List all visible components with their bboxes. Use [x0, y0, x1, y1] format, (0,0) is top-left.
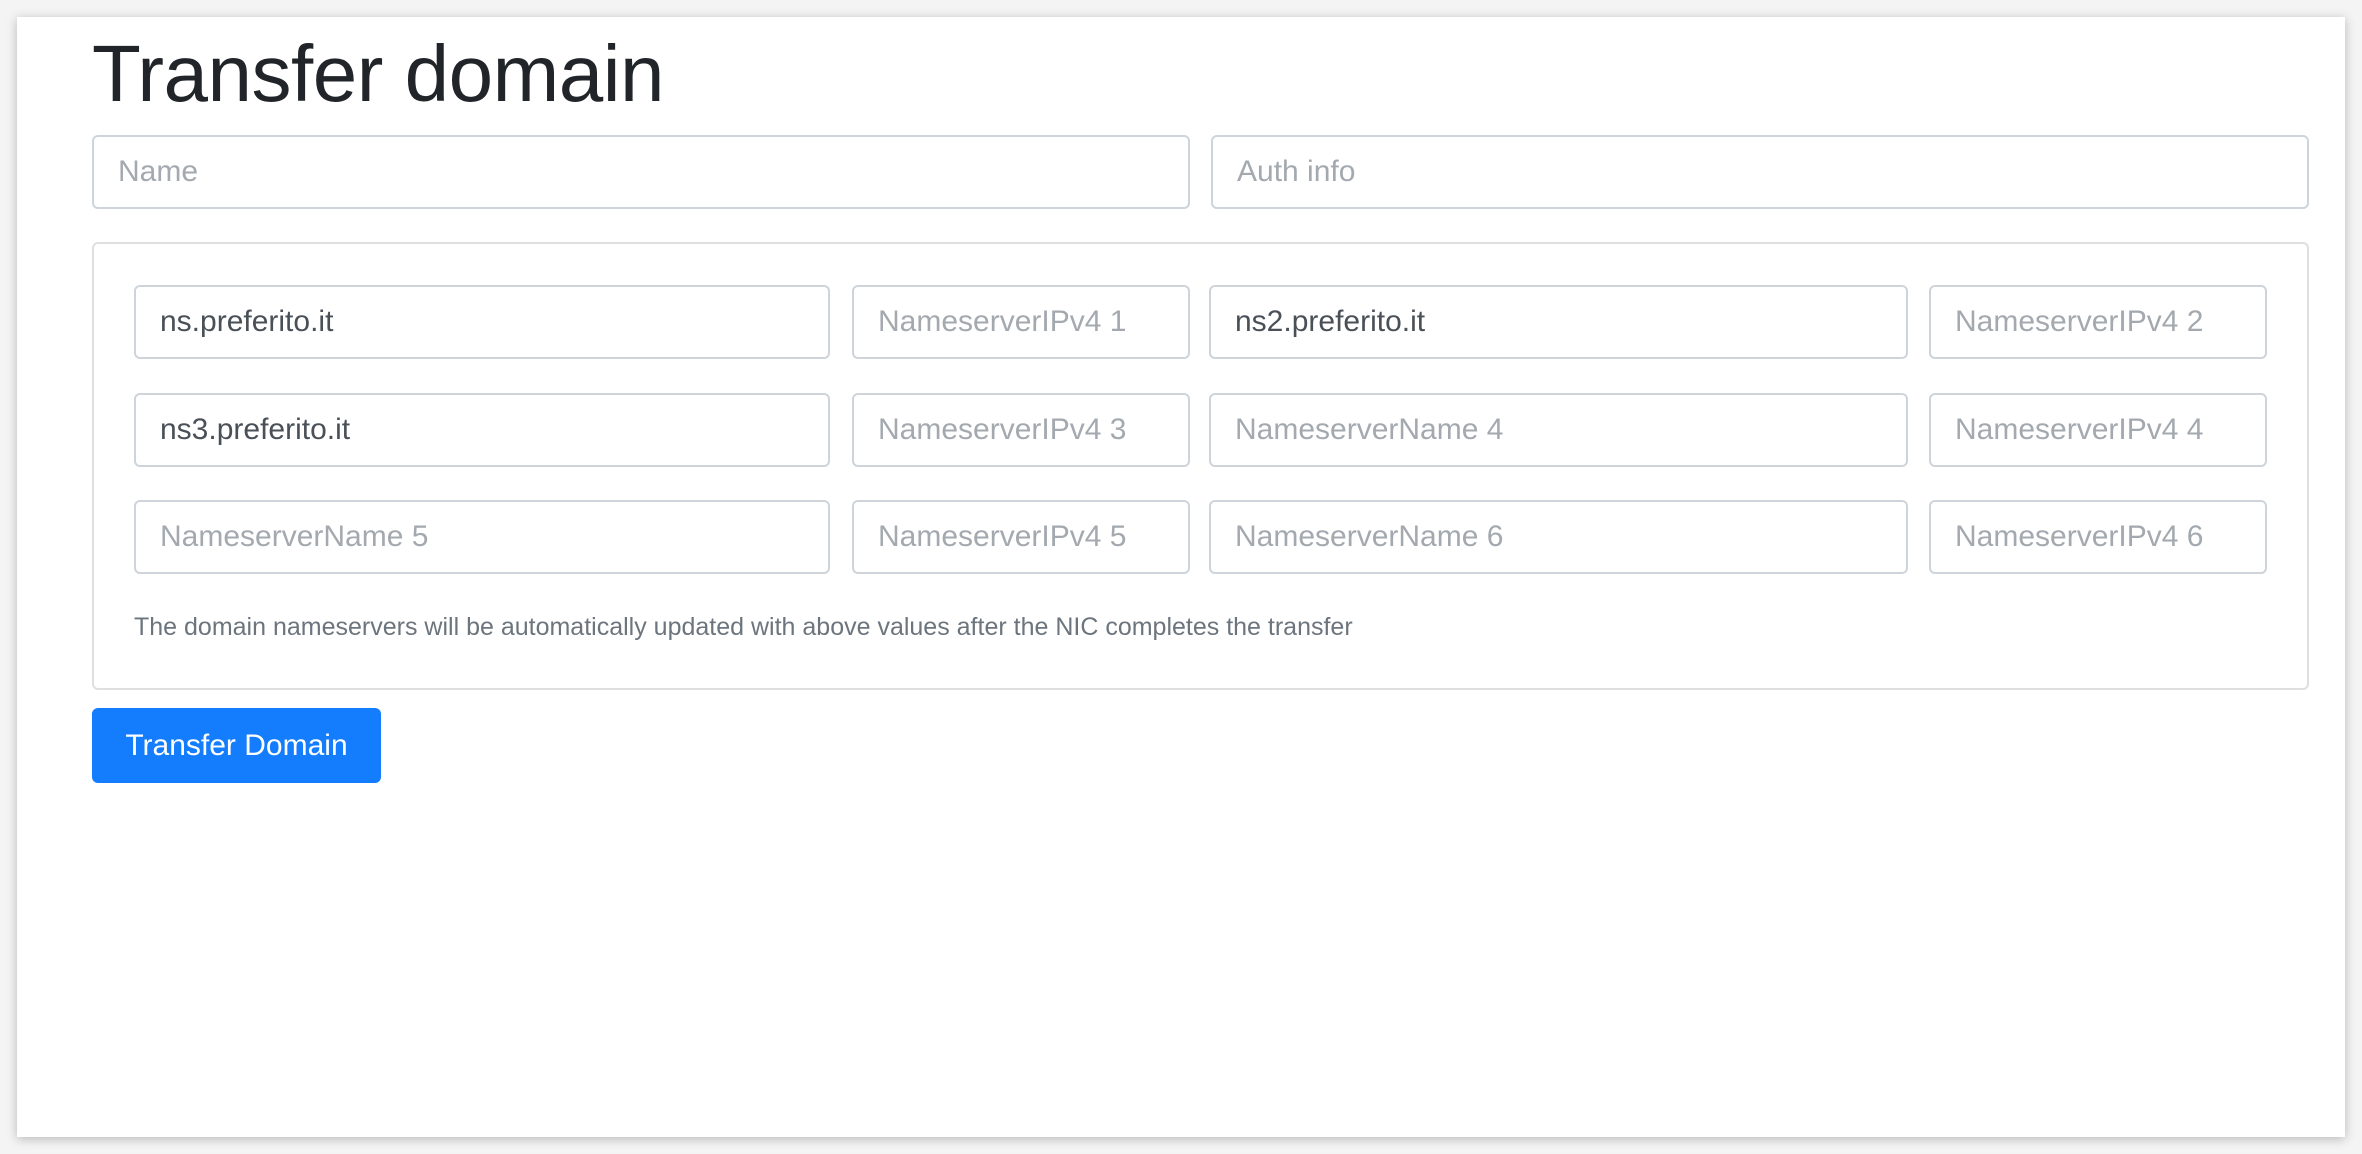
nameserver-ipv4-input-2[interactable] [1929, 285, 2267, 359]
nameserver-ipv4-input-1[interactable] [852, 285, 1190, 359]
nameserver-name-input-3[interactable] [134, 393, 830, 467]
nameserver-name-input-4[interactable] [1209, 393, 1908, 467]
name-input[interactable] [92, 135, 1190, 209]
nameserver-ipv4-input-5[interactable] [852, 500, 1190, 574]
nameserver-name-input-5[interactable] [134, 500, 830, 574]
nameserver-ipv4-input-6[interactable] [1929, 500, 2267, 574]
transfer-domain-button[interactable]: Transfer Domain [92, 708, 381, 783]
page-title: Transfer domain [92, 29, 665, 118]
nameserver-name-input-2[interactable] [1209, 285, 1908, 359]
nameserver-ipv4-input-3[interactable] [852, 393, 1190, 467]
nameserver-ipv4-input-4[interactable] [1929, 393, 2267, 467]
nameservers-help-text: The domain nameservers will be automatic… [134, 613, 1353, 641]
nameserver-name-input-1[interactable] [134, 285, 830, 359]
nameserver-name-input-6[interactable] [1209, 500, 1908, 574]
auth-info-input[interactable] [1211, 135, 2309, 209]
